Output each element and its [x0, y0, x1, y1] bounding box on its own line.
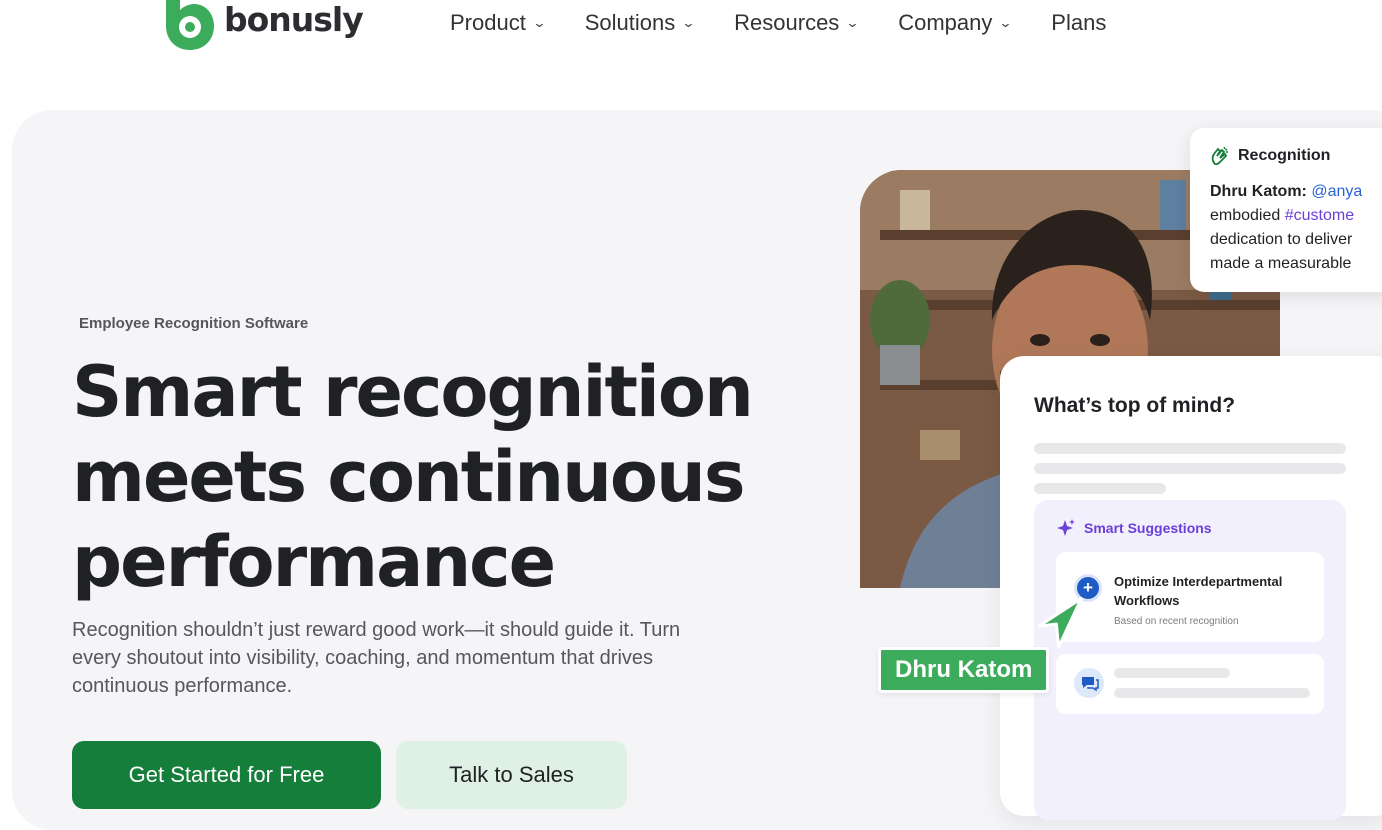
chat-bubble-icon — [1074, 668, 1104, 698]
headline-line-1: Smart recognition — [72, 351, 754, 433]
bonusly-logo-icon — [166, 0, 214, 50]
recognition-line-4: made a measurable — [1210, 255, 1352, 272]
skeleton-line — [1034, 443, 1346, 454]
recognition-line-3: dedication to deliver — [1210, 231, 1353, 248]
smart-suggestions-header: Smart Suggestions — [1056, 518, 1212, 538]
recognition-line-2: embodied #custome — [1210, 204, 1382, 228]
top-nav: bonusly Product ⌄ Solutions ⌄ Resources … — [0, 0, 1382, 60]
recognition-mention[interactable]: @anya — [1311, 183, 1362, 200]
recognition-title-label: Recognition — [1238, 147, 1331, 164]
suggestion-title: Optimize Interdepartmental Workflows — [1114, 574, 1283, 608]
recognition-card: Recognition Dhru Katom: @anya embodied #… — [1190, 128, 1382, 292]
smart-suggestions-panel: Smart Suggestions + Optimize Interdepart… — [1034, 500, 1346, 820]
get-started-button[interactable]: Get Started for Free — [72, 741, 381, 809]
top-of-mind-title: What’s top of mind? — [1034, 394, 1236, 417]
top-of-mind-card: What’s top of mind? Smart Suggestions + … — [1000, 356, 1382, 820]
chevron-down-icon: ⌄ — [845, 15, 860, 30]
skeleton-line — [1034, 483, 1166, 494]
nav-item-plans[interactable]: Plans — [1051, 10, 1106, 36]
nav-menu: Product ⌄ Solutions ⌄ Resources ⌄ Compan… — [450, 10, 1146, 36]
skeleton-line — [1034, 463, 1346, 474]
recognition-card-title: Recognition — [1210, 146, 1382, 166]
suggestion-item[interactable]: + Optimize Interdepartmental Workflows B… — [1056, 552, 1324, 642]
recognition-line-2-prefix: embodied — [1210, 207, 1285, 224]
recognition-body: Dhru Katom: @anya embodied #custome dedi… — [1210, 180, 1382, 276]
nav-item-label: Plans — [1051, 10, 1107, 35]
nav-item-company[interactable]: Company ⌄ — [898, 10, 1013, 36]
suggestion-subtitle: Based on recent recognition — [1114, 616, 1239, 627]
suggestion-item[interactable] — [1056, 654, 1324, 714]
nav-item-label: Resources — [734, 10, 840, 35]
nav-item-label: Product — [450, 10, 526, 35]
nav-item-solutions[interactable]: Solutions ⌄ — [584, 10, 696, 36]
name-tag: Dhru Katom — [878, 647, 1050, 693]
hero-subcopy: Recognition shouldn’t just reward good w… — [72, 619, 681, 697]
smart-suggestions-label: Smart Suggestions — [1084, 520, 1212, 536]
brand-logo[interactable]: bonusly — [160, 0, 364, 52]
recognition-hashtag[interactable]: #custome — [1285, 207, 1354, 224]
chevron-down-icon: ⌄ — [681, 15, 696, 30]
brand-name: bonusly — [224, 0, 364, 39]
hero-headline: Smart recognition meets continuous perfo… — [72, 350, 754, 605]
headline-line-2: meets continuous — [72, 436, 746, 518]
headline-line-3: performance — [72, 521, 556, 603]
nav-item-product[interactable]: Product ⌄ — [450, 10, 547, 36]
nav-item-resources[interactable]: Resources ⌄ — [734, 10, 860, 36]
skeleton-line — [1114, 668, 1230, 678]
sparkle-icon — [1057, 519, 1075, 536]
chevron-down-icon: ⌄ — [998, 15, 1013, 30]
recognition-author: Dhru Katom: — [1210, 183, 1307, 200]
nav-item-label: Solutions — [584, 10, 676, 35]
recognition-line-1: Dhru Katom: @anya — [1210, 180, 1382, 204]
nav-item-label: Company — [898, 10, 993, 35]
talk-to-sales-button[interactable]: Talk to Sales — [396, 741, 627, 809]
chevron-down-icon: ⌄ — [532, 15, 547, 30]
clapping-hands-icon — [1211, 146, 1228, 166]
pointer-cursor-icon — [1038, 597, 1083, 649]
skeleton-line — [1114, 688, 1310, 698]
hero-eyebrow: Employee Recognition Software — [79, 315, 309, 332]
